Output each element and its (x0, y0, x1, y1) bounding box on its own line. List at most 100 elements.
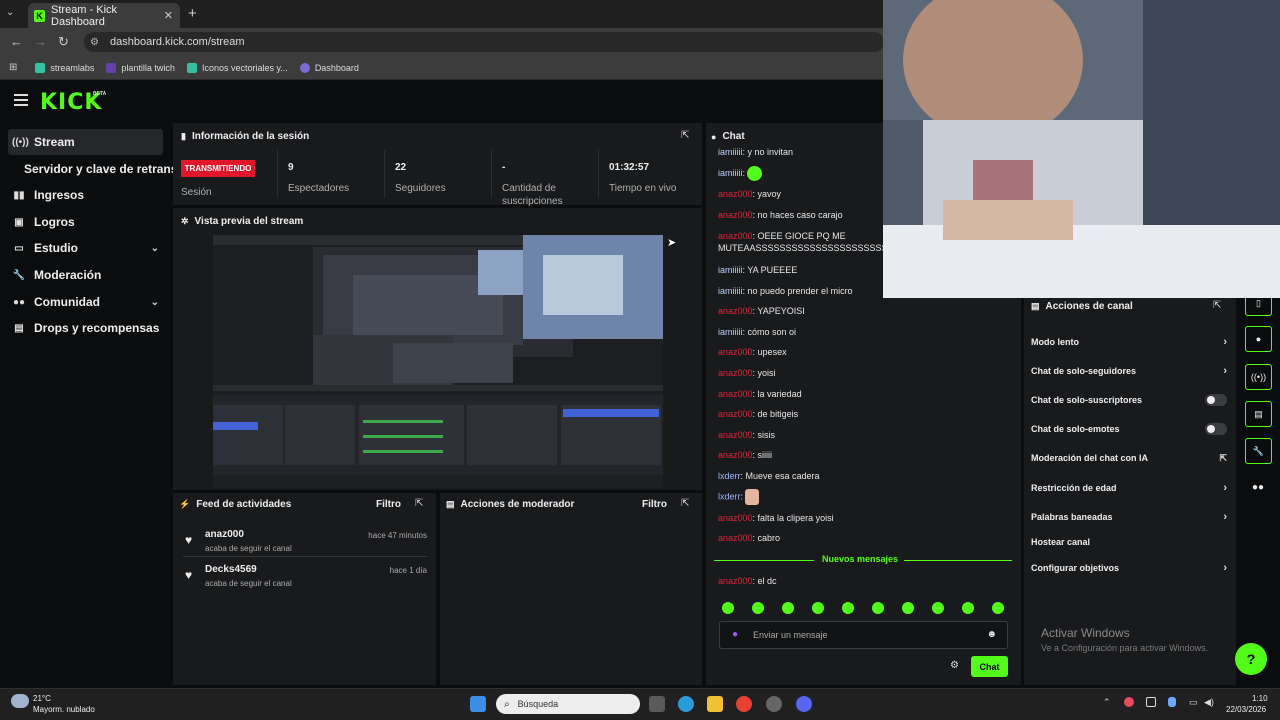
chat-username[interactable]: anaz000 (718, 409, 753, 419)
bookmark-dashboard[interactable]: Dashboard (299, 62, 359, 73)
expand-icon[interactable]: ⇱ (415, 498, 423, 509)
chat-username[interactable]: iamiiiii (718, 327, 743, 337)
emoji-icon[interactable]: ☻ (986, 629, 997, 640)
browser-tab[interactable]: K Stream - Kick Dashboard ✕ (28, 3, 180, 28)
folder-icon[interactable] (707, 696, 723, 712)
taskbar-search[interactable]: ⌕ Búsqueda (496, 694, 640, 714)
chat-username[interactable]: anaz000 (718, 368, 753, 378)
bookmark-iconos[interactable]: Iconos vectoriales y... (186, 62, 288, 73)
tab-search-icon[interactable]: ⌄ (6, 7, 20, 21)
edge-icon[interactable] (678, 696, 694, 712)
emote-icon[interactable] (962, 602, 974, 614)
emote-icon[interactable] (932, 602, 944, 614)
chat-username[interactable]: anaz000 (718, 430, 753, 440)
chat-username[interactable]: anaz000 (718, 513, 753, 523)
feed-filter-button[interactable]: Filtro (376, 499, 401, 510)
chat-username[interactable]: anaz000 (718, 306, 753, 316)
network-icon[interactable]: ▭ (1189, 697, 1198, 708)
chat-username[interactable]: lxderr (718, 471, 741, 481)
channel-action-row[interactable]: Chat de solo-emotes (1031, 422, 1227, 436)
toggle-switch[interactable] (1205, 423, 1227, 435)
chat-username[interactable]: anaz000 (718, 347, 753, 357)
help-button[interactable]: ? (1235, 643, 1267, 675)
task-view-icon[interactable] (649, 696, 665, 712)
expand-icon[interactable]: ⇱ (681, 498, 689, 509)
expand-icon[interactable]: ⇱ (681, 130, 689, 141)
sidebar-item-moderacion[interactable]: 🔧 Moderación (8, 262, 163, 288)
wrench-icon[interactable]: 🔧 (1245, 438, 1272, 464)
sidebar-item-ingresos[interactable]: ▮▮ Ingresos (8, 182, 163, 208)
apps-icon[interactable]: ●● (1252, 482, 1264, 493)
channel-action-row[interactable]: Modo lento › (1031, 335, 1227, 349)
chat-username[interactable]: anaz000 (718, 189, 753, 199)
chat-input[interactable]: ● Enviar un mensaje ☻ (719, 621, 1008, 649)
emote-icon[interactable] (752, 602, 764, 614)
chat-username[interactable]: lxderr (718, 491, 741, 501)
chat-username[interactable]: iamiiiii (718, 168, 743, 178)
channel-action-row[interactable]: Moderación del chat con IA ⇱ (1031, 451, 1227, 465)
sidebar-item-server-key[interactable]: Servidor y clave de retransm (24, 156, 174, 182)
mic-icon[interactable]: ● (732, 629, 738, 640)
chat-username[interactable]: anaz000 (718, 533, 753, 543)
mod-filter-button[interactable]: Filtro (642, 499, 667, 510)
stream-preview[interactable] (213, 235, 663, 488)
emote-icon[interactable] (992, 602, 1004, 614)
site-info-icon[interactable]: ⚙ (90, 37, 102, 48)
sidebar-item-logros[interactable]: ▣ Logros (8, 209, 163, 235)
channel-action-row[interactable]: Palabras baneadas › (1031, 510, 1227, 524)
menu-icon[interactable] (14, 94, 28, 106)
feed-user[interactable]: Decks4569 (205, 564, 257, 575)
channel-action-row[interactable]: Configurar objetivos › (1031, 561, 1227, 575)
weather-icon[interactable] (11, 694, 29, 708)
clock-date[interactable]: 22/03/2026 (1226, 705, 1266, 714)
channel-action-row[interactable]: Hostear canal (1031, 535, 1227, 549)
chat-username[interactable]: iamiiiii (718, 286, 743, 296)
volume-icon[interactable]: ◀) (1204, 697, 1214, 708)
sidebar-item-comunidad[interactable]: ●● Comunidad ⌄ (8, 289, 163, 315)
chat-username[interactable]: anaz000 (718, 231, 753, 241)
chat-username[interactable]: anaz000 (718, 576, 753, 586)
gear-icon[interactable]: ⚙ (950, 660, 959, 671)
emote-icon[interactable] (812, 602, 824, 614)
toggle-switch[interactable] (1205, 394, 1227, 406)
tray-app-icon[interactable] (1146, 697, 1156, 707)
broadcast-icon[interactable]: ((•)) (1245, 364, 1272, 390)
back-icon[interactable]: ← (10, 34, 23, 49)
chat-username[interactable]: iamiiiii (718, 265, 743, 275)
emote-icon[interactable] (902, 602, 914, 614)
windows-start-icon[interactable] (470, 696, 486, 712)
chat-icon[interactable]: ● (1245, 326, 1272, 352)
chrome-icon[interactable] (736, 696, 752, 712)
layout-icon[interactable]: ▤ (1245, 401, 1272, 427)
apps-icon[interactable]: ⊞ (9, 62, 17, 73)
chat-username[interactable]: iamiiiii (718, 147, 743, 157)
emote-icon[interactable] (782, 602, 794, 614)
sidebar-item-estudio[interactable]: ▭ Estudio ⌄ (8, 235, 163, 261)
feed-user[interactable]: anaz000 (205, 529, 244, 540)
bookmark-streamlabs[interactable]: streamlabs (35, 62, 94, 73)
obs-icon[interactable] (766, 696, 782, 712)
expand-icon[interactable]: ⇱ (1213, 300, 1221, 311)
channel-action-row[interactable]: Chat de solo-suscriptores (1031, 393, 1227, 407)
channel-action-row[interactable]: Chat de solo-seguidores › (1031, 364, 1227, 378)
tray-app-icon[interactable] (1124, 697, 1134, 707)
sidebar-item-stream[interactable]: ((•)) Stream (8, 129, 163, 155)
reload-icon[interactable]: ↻ (58, 34, 69, 50)
emote-icon[interactable] (722, 602, 734, 614)
discord-icon[interactable] (796, 696, 812, 712)
forward-icon[interactable]: → (34, 34, 47, 49)
sidebar-item-drops[interactable]: ▤ Drops y recompensas (8, 315, 163, 341)
emote-icon[interactable] (872, 602, 884, 614)
tray-chevron-icon[interactable]: ⌃ (1103, 697, 1111, 708)
emote-icon[interactable] (842, 602, 854, 614)
new-tab-button[interactable]: + (188, 5, 197, 22)
mic-tray-icon[interactable] (1168, 697, 1176, 707)
chat-username[interactable]: anaz000 (718, 389, 753, 399)
chat-username[interactable]: anaz000 (718, 450, 753, 460)
send-chat-button[interactable]: Chat (971, 656, 1008, 677)
bookmark-plantilla[interactable]: plantilla twich (106, 62, 175, 73)
clock-time[interactable]: 1:10 (1252, 694, 1268, 703)
chat-username[interactable]: anaz000 (718, 210, 753, 220)
url-input[interactable]: ⚙ dashboard.kick.com/stream (84, 32, 884, 52)
close-tab-icon[interactable]: ✕ (164, 9, 173, 22)
